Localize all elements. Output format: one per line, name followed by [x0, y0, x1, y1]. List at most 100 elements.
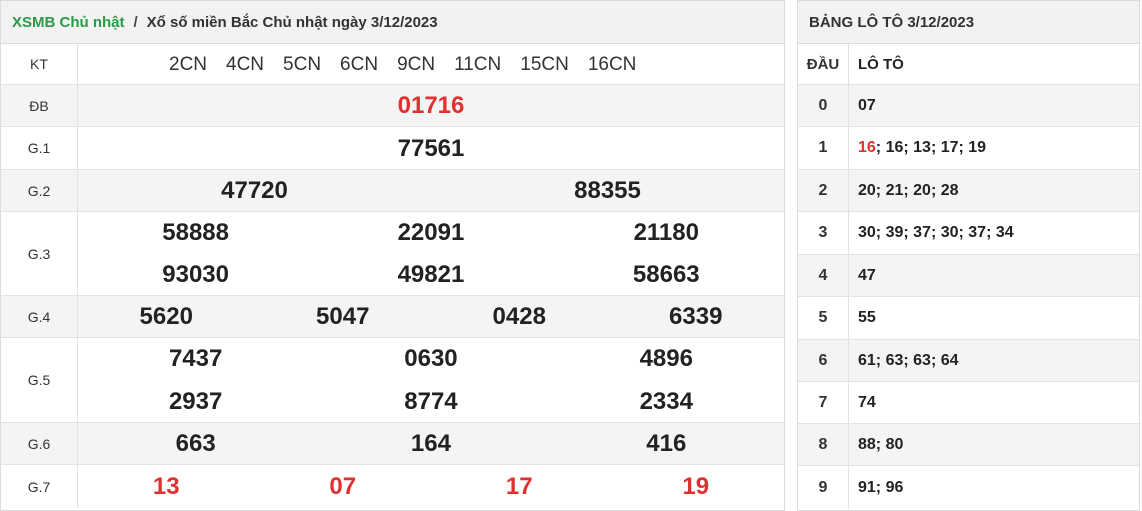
loto-rest: 20; 21; 20; 28: [858, 181, 959, 199]
row-label: G.2: [1, 170, 78, 211]
prize-number: 13: [152, 472, 180, 500]
loto-header-row: ĐẦU LÔ TÔ: [798, 44, 1139, 85]
kt-code: 11CN: [454, 53, 502, 75]
loto-rest: 74: [858, 393, 876, 411]
loto-row: 5 55: [798, 297, 1139, 340]
kt-code: 16CN: [587, 53, 637, 75]
prize-number: 17: [505, 472, 533, 500]
loto-values: 74: [849, 382, 1139, 423]
loto-row: 4 47: [798, 255, 1139, 297]
prize-number: 77561: [397, 134, 465, 162]
prize-number: 58888: [162, 219, 230, 246]
prize-number: 6339: [669, 303, 723, 330]
loto-title: BẢNG LÔ TÔ 3/12/2023: [798, 1, 1139, 44]
loto-values: 91; 96: [849, 466, 1139, 509]
loto-dau: 4: [798, 255, 849, 296]
loto-dau: 9: [798, 466, 849, 509]
loto-col-dau: ĐẦU: [798, 44, 849, 84]
prize-number: 0428: [492, 303, 546, 330]
prize-number: 5620: [139, 303, 193, 330]
prize-number: 21180: [633, 219, 699, 246]
loto-row: 1 16; 16; 13; 17; 19: [798, 127, 1139, 170]
loto-row: 2 20; 21; 20; 28: [798, 170, 1139, 212]
loto-values: 55: [849, 297, 1139, 339]
loto-dau: 6: [798, 340, 849, 381]
row-db: ĐB 01716: [1, 85, 784, 127]
kt-codes: 2CN 4CN 5CN 6CN 9CN 11CN 15CN 16CN: [78, 44, 784, 85]
loto-rest: 47: [858, 266, 876, 284]
loto-values: 30; 39; 37; 30; 37; 34: [849, 212, 1139, 254]
row-label: G.7: [1, 465, 78, 508]
kt-code: 5CN: [283, 53, 322, 75]
prize-number: 164: [410, 430, 451, 457]
loto-row: 3 30; 39; 37; 30; 37; 34: [798, 212, 1139, 255]
prize-number: 2334: [639, 387, 693, 415]
prize-number: 7437: [168, 345, 223, 372]
prize-number: 0630: [404, 345, 458, 372]
loto-row: 6 61; 63; 63; 64: [798, 340, 1139, 382]
row-label: G.3: [1, 212, 78, 295]
loto-panel: BẢNG LÔ TÔ 3/12/2023 ĐẦU LÔ TÔ 0 07 1 16…: [797, 0, 1140, 511]
row-g1: G.1 77561: [1, 127, 784, 170]
loto-values: 07: [849, 85, 1139, 126]
prize-number: 88355: [574, 177, 641, 204]
loto-rest: 55: [858, 309, 876, 326]
row-label: G.6: [1, 423, 78, 464]
prize-number: 8774: [404, 387, 458, 415]
row-g2: G.2 47720 88355: [1, 170, 784, 212]
prize-number: 49821: [397, 261, 465, 288]
loto-rest: 30; 39; 37; 30; 37; 34: [858, 224, 1014, 241]
row-g5: G.5 7437 0630 4896 2937 8774 2334: [1, 338, 784, 423]
prize-number: 4896: [639, 345, 693, 372]
loto-dau: 8: [798, 424, 849, 465]
loto-dau: 1: [798, 127, 849, 169]
loto-dau: 2: [798, 170, 849, 211]
loto-dau: 0: [798, 85, 849, 126]
loto-rest: 91; 96: [858, 478, 904, 496]
loto-row: 9 91; 96: [798, 466, 1139, 509]
kt-code: 6CN: [340, 53, 379, 75]
loto-special: 16: [858, 139, 876, 156]
prize-number: 01716: [397, 92, 465, 119]
loto-col-loto: LÔ TÔ: [858, 55, 904, 73]
loto-dau: 5: [798, 297, 849, 339]
row-kt: KT 2CN 4CN 5CN 6CN 9CN 11CN 15CN 16CN: [1, 44, 784, 85]
loto-rest: 88; 80: [858, 435, 904, 453]
kt-code: 9CN: [397, 53, 436, 75]
loto-row: 0 07: [798, 85, 1139, 127]
breadcrumb-current: Xổ số miền Bắc Chủ nhật ngày 3/12/2023: [146, 13, 438, 31]
loto-values: 16; 16; 13; 17; 19: [849, 127, 1139, 169]
loto-dau: 3: [798, 212, 849, 254]
loto-rest: ; 16; 13; 17; 19: [875, 139, 987, 156]
prize-number: 07: [329, 472, 357, 500]
loto-rest: 07: [858, 96, 876, 114]
row-g7: G.7 13 07 17 19: [1, 465, 784, 508]
prize-number: 93030: [162, 261, 230, 288]
loto-values: 47: [849, 255, 1139, 296]
loto-values: 20; 21; 20; 28: [849, 170, 1139, 211]
prize-number: 663: [175, 430, 216, 457]
kt-code: 15CN: [520, 53, 569, 75]
prize-number: 22091: [397, 219, 465, 246]
loto-row: 7 74: [798, 382, 1139, 424]
breadcrumb-home-link[interactable]: XSMB Chủ nhật: [12, 14, 125, 31]
loto-row: 8 88; 80: [798, 424, 1139, 466]
row-g4: G.4 5620 5047 0428 6339: [1, 296, 784, 338]
prize-number: 5047: [316, 303, 370, 330]
prize-number: 47720: [221, 177, 288, 204]
row-g6: G.6 663 164 416: [1, 423, 784, 465]
row-label: G.5: [1, 338, 78, 422]
row-label: G.4: [1, 296, 78, 337]
prize-number: 2937: [168, 387, 223, 415]
row-label: G.1: [1, 127, 78, 169]
kt-code: 4CN: [226, 53, 265, 75]
kt-code: 2CN: [169, 53, 208, 75]
prize-number: 416: [646, 430, 687, 457]
loto-rest: 61; 63; 63; 64: [858, 351, 959, 369]
breadcrumb: XSMB Chủ nhật / Xổ số miền Bắc Chủ nhật …: [1, 1, 784, 44]
loto-values: 88; 80: [849, 424, 1139, 465]
loto-dau: 7: [798, 382, 849, 423]
row-g3: G.3 58888 22091 21180 93030 49821 58663: [1, 212, 784, 296]
prize-number: 58663: [632, 261, 700, 288]
loto-values: 61; 63; 63; 64: [849, 340, 1139, 381]
